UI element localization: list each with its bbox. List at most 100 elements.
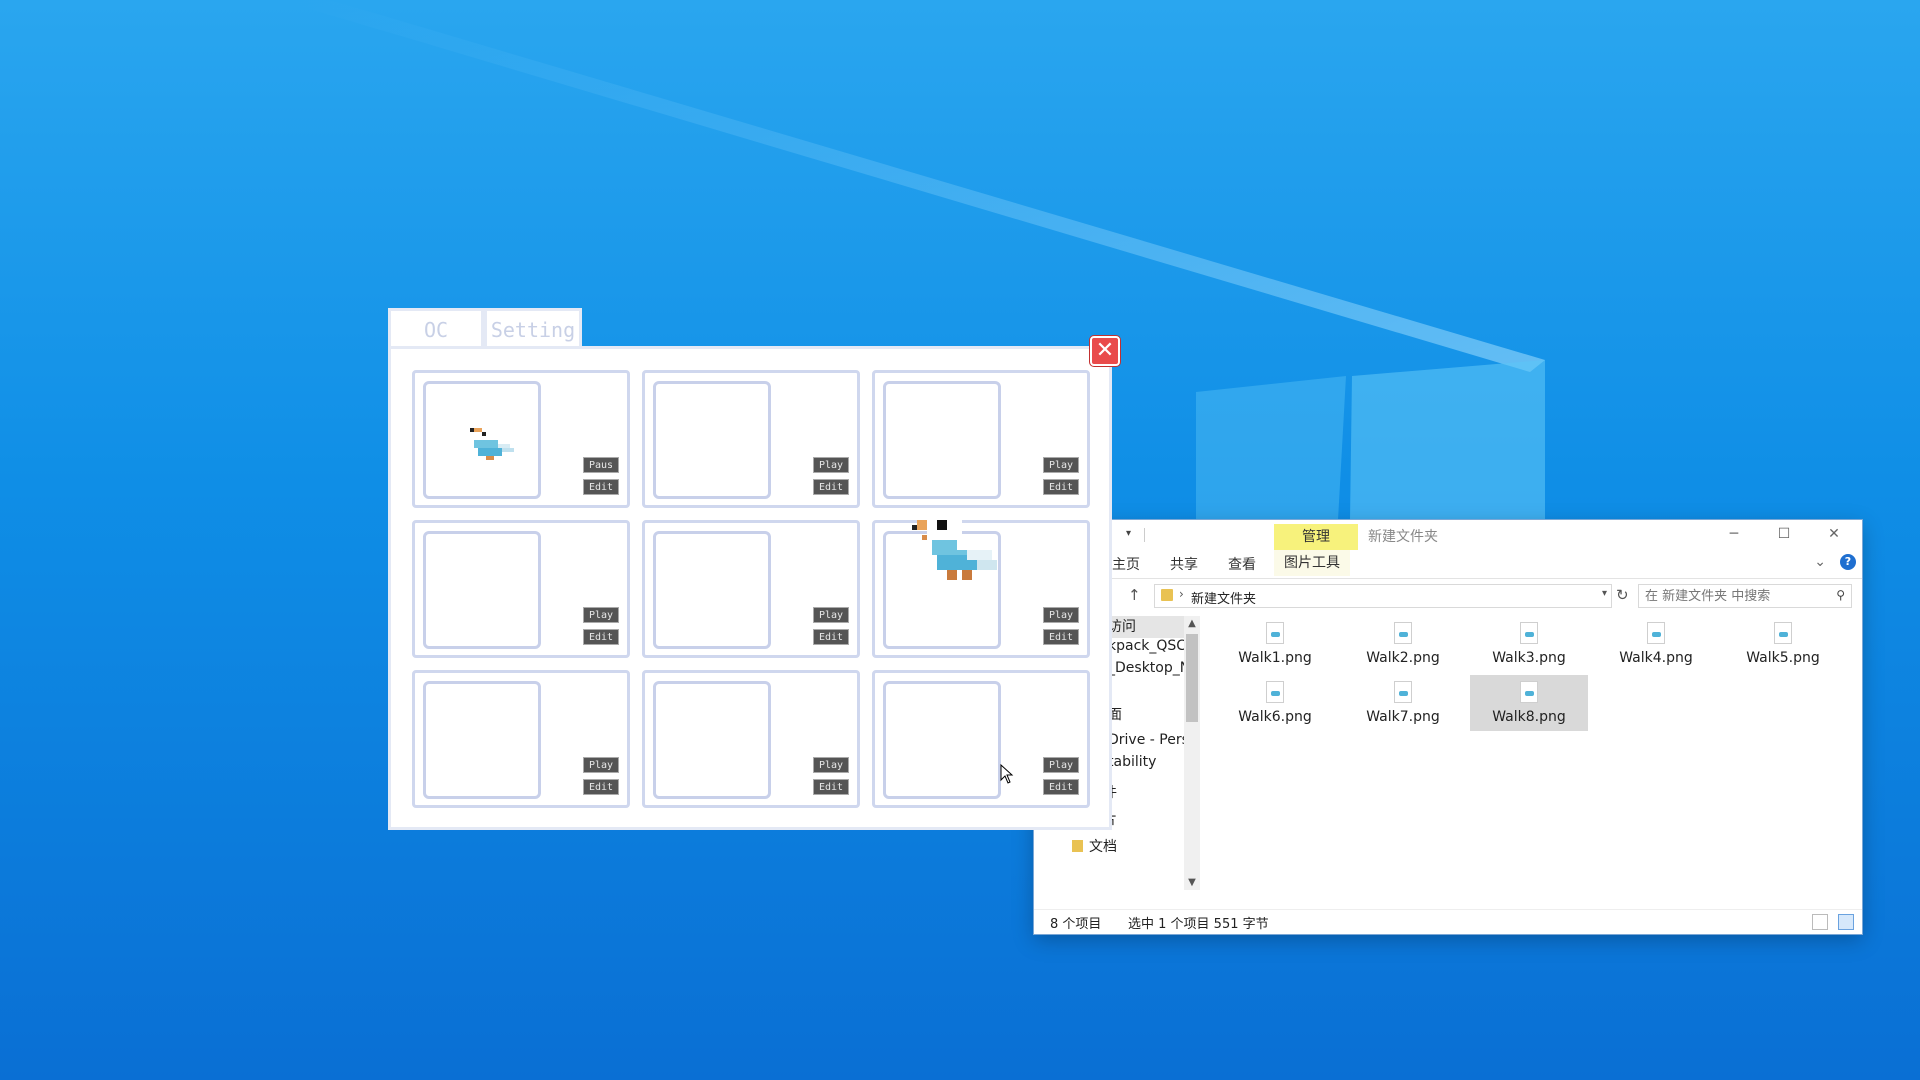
file-item[interactable]: Walk3.png (1470, 616, 1588, 672)
help-icon[interactable]: ? (1840, 554, 1856, 570)
nav-item-onedrive[interactable]: Drive - Pers (1108, 732, 1184, 754)
play-button[interactable]: Play (813, 457, 849, 473)
pet-slot: Play Edit (412, 520, 630, 658)
play-button[interactable]: Play (1043, 457, 1079, 473)
tab-picture-tools[interactable]: 图片工具 (1274, 550, 1350, 576)
edit-button[interactable]: Edit (1043, 479, 1079, 495)
maximize-icon[interactable]: ☐ (1764, 524, 1804, 544)
tab-setting[interactable]: Setting (484, 308, 582, 348)
nav-item[interactable]: _Desktop_N (1108, 660, 1184, 682)
scroll-up-icon[interactable]: ▲ (1184, 618, 1200, 629)
file-name: Walk6.png (1238, 709, 1312, 725)
edit-button[interactable]: Edit (813, 779, 849, 795)
tab-home[interactable]: 主页 (1112, 554, 1140, 574)
file-item[interactable]: Walk4.png (1597, 616, 1715, 672)
file-item[interactable]: Walk7.png (1344, 675, 1462, 731)
search-box: ⚲ (1638, 584, 1852, 608)
slot-preview[interactable] (653, 531, 771, 649)
file-item[interactable]: Walk2.png (1344, 616, 1462, 672)
nav-item-documents[interactable]: 文档 (1072, 836, 1184, 858)
explorer-title-bar: ▾ 管理 新建文件夹 ─ ☐ ✕ (1034, 520, 1862, 550)
play-button[interactable]: Play (1043, 607, 1079, 623)
search-icon[interactable]: ⚲ (1836, 588, 1845, 602)
close-icon[interactable]: ✕ (1814, 524, 1854, 544)
minimize-icon[interactable]: ─ (1714, 524, 1754, 544)
slot-preview[interactable] (423, 681, 541, 799)
close-icon[interactable]: ✕ (1090, 336, 1120, 366)
address-bar[interactable]: › 新建文件夹 ▾ (1154, 584, 1612, 608)
up-arrow-icon[interactable]: ↑ (1128, 586, 1141, 604)
file-item[interactable]: Walk6.png (1216, 675, 1334, 731)
address-dropdown-icon[interactable]: ▾ (1602, 588, 1607, 599)
tab-oc[interactable]: OC (388, 308, 484, 348)
edit-button[interactable]: Edit (583, 779, 619, 795)
play-button[interactable]: Play (583, 757, 619, 773)
edit-button[interactable]: Edit (813, 629, 849, 645)
desktop-pet-bird-icon (912, 510, 997, 580)
address-row: ↑ › 新建文件夹 ▾ ↻ ⚲ (1034, 582, 1862, 610)
slot-preview[interactable] (423, 531, 541, 649)
play-button[interactable]: Play (1043, 757, 1079, 773)
file-explorer-window: ▾ 管理 新建文件夹 ─ ☐ ✕ 主页 共享 查看 图片工具 ⌄ ? ↑ › 新… (1034, 520, 1862, 934)
pet-app-window: OC Setting ✕ Paus Edit Play Edit Play Ed… (388, 308, 1120, 830)
file-item[interactable]: Walk1.png (1216, 616, 1334, 672)
nav-item[interactable]: kpack_QSC (1108, 638, 1184, 660)
file-item[interactable]: Walk5.png (1724, 616, 1842, 672)
nav-item[interactable]: 面 (1108, 704, 1184, 726)
quick-access-dropdown-icon[interactable]: ▾ (1126, 528, 1131, 539)
details-view-icon[interactable] (1812, 914, 1828, 930)
edit-button[interactable]: Edit (1043, 779, 1079, 795)
pet-slot: Play Edit (642, 520, 860, 658)
file-item-selected[interactable]: Walk8.png (1470, 675, 1588, 731)
nav-item[interactable]: i (1108, 682, 1184, 704)
search-input[interactable] (1639, 585, 1831, 607)
pet-slot: Play Edit (872, 670, 1090, 808)
chevron-down-icon[interactable]: ⌄ (1814, 554, 1826, 570)
image-file-icon (1774, 622, 1792, 644)
edit-button[interactable]: Edit (813, 479, 849, 495)
breadcrumb[interactable]: 新建文件夹 (1191, 588, 1256, 607)
slot-preview[interactable] (653, 681, 771, 799)
ribbon-tabs: 主页 共享 查看 图片工具 ⌄ ? (1034, 550, 1862, 579)
selection-info: 选中 1 个项目 551 字节 (1128, 917, 1269, 932)
folder-icon (1072, 840, 1083, 852)
nav-item[interactable]: tability (1108, 754, 1184, 776)
edit-button[interactable]: Edit (583, 629, 619, 645)
slot-preview[interactable] (883, 381, 1001, 499)
play-button[interactable]: Play (813, 607, 849, 623)
slot-preview[interactable] (423, 381, 541, 499)
slot-preview[interactable] (883, 681, 1001, 799)
pet-slot: Play Edit (412, 670, 630, 808)
edit-button[interactable]: Edit (1043, 629, 1079, 645)
pet-slot: Play Edit (872, 370, 1090, 508)
nav-item-label: kpack_QSC (1108, 638, 1184, 654)
quick-access-separator (1144, 528, 1145, 542)
file-name: Walk1.png (1238, 650, 1312, 666)
tab-view[interactable]: 查看 (1228, 554, 1256, 574)
edit-button[interactable]: Edit (583, 479, 619, 495)
file-name: Walk3.png (1492, 650, 1566, 666)
pause-button[interactable]: Paus (583, 457, 619, 473)
mouse-cursor-icon (1000, 764, 1014, 784)
play-button[interactable]: Play (813, 757, 849, 773)
play-button[interactable]: Play (583, 607, 619, 623)
nav-scrollbar[interactable]: ▲ ▼ (1184, 616, 1200, 890)
tab-share[interactable]: 共享 (1170, 554, 1198, 574)
nav-item-label: 文档 (1089, 839, 1117, 855)
large-icons-view-icon[interactable] (1838, 914, 1854, 930)
refresh-icon[interactable]: ↻ (1616, 586, 1629, 604)
bird-sprite-icon (470, 428, 514, 460)
pet-slot: Play Edit (642, 370, 860, 508)
nav-item-quick-access[interactable]: 访问 (1108, 616, 1184, 638)
image-file-icon (1266, 681, 1284, 703)
slot-preview[interactable] (653, 381, 771, 499)
pet-slot: Paus Edit (412, 370, 630, 508)
image-file-icon (1520, 681, 1538, 703)
file-name: Walk4.png (1619, 650, 1693, 666)
tab-manage[interactable]: 管理 (1274, 524, 1358, 550)
image-file-icon (1394, 622, 1412, 644)
scrollbar-thumb[interactable] (1186, 634, 1198, 722)
file-name: Walk5.png (1746, 650, 1820, 666)
file-name: Walk2.png (1366, 650, 1440, 666)
scroll-down-icon[interactable]: ▼ (1184, 877, 1200, 888)
